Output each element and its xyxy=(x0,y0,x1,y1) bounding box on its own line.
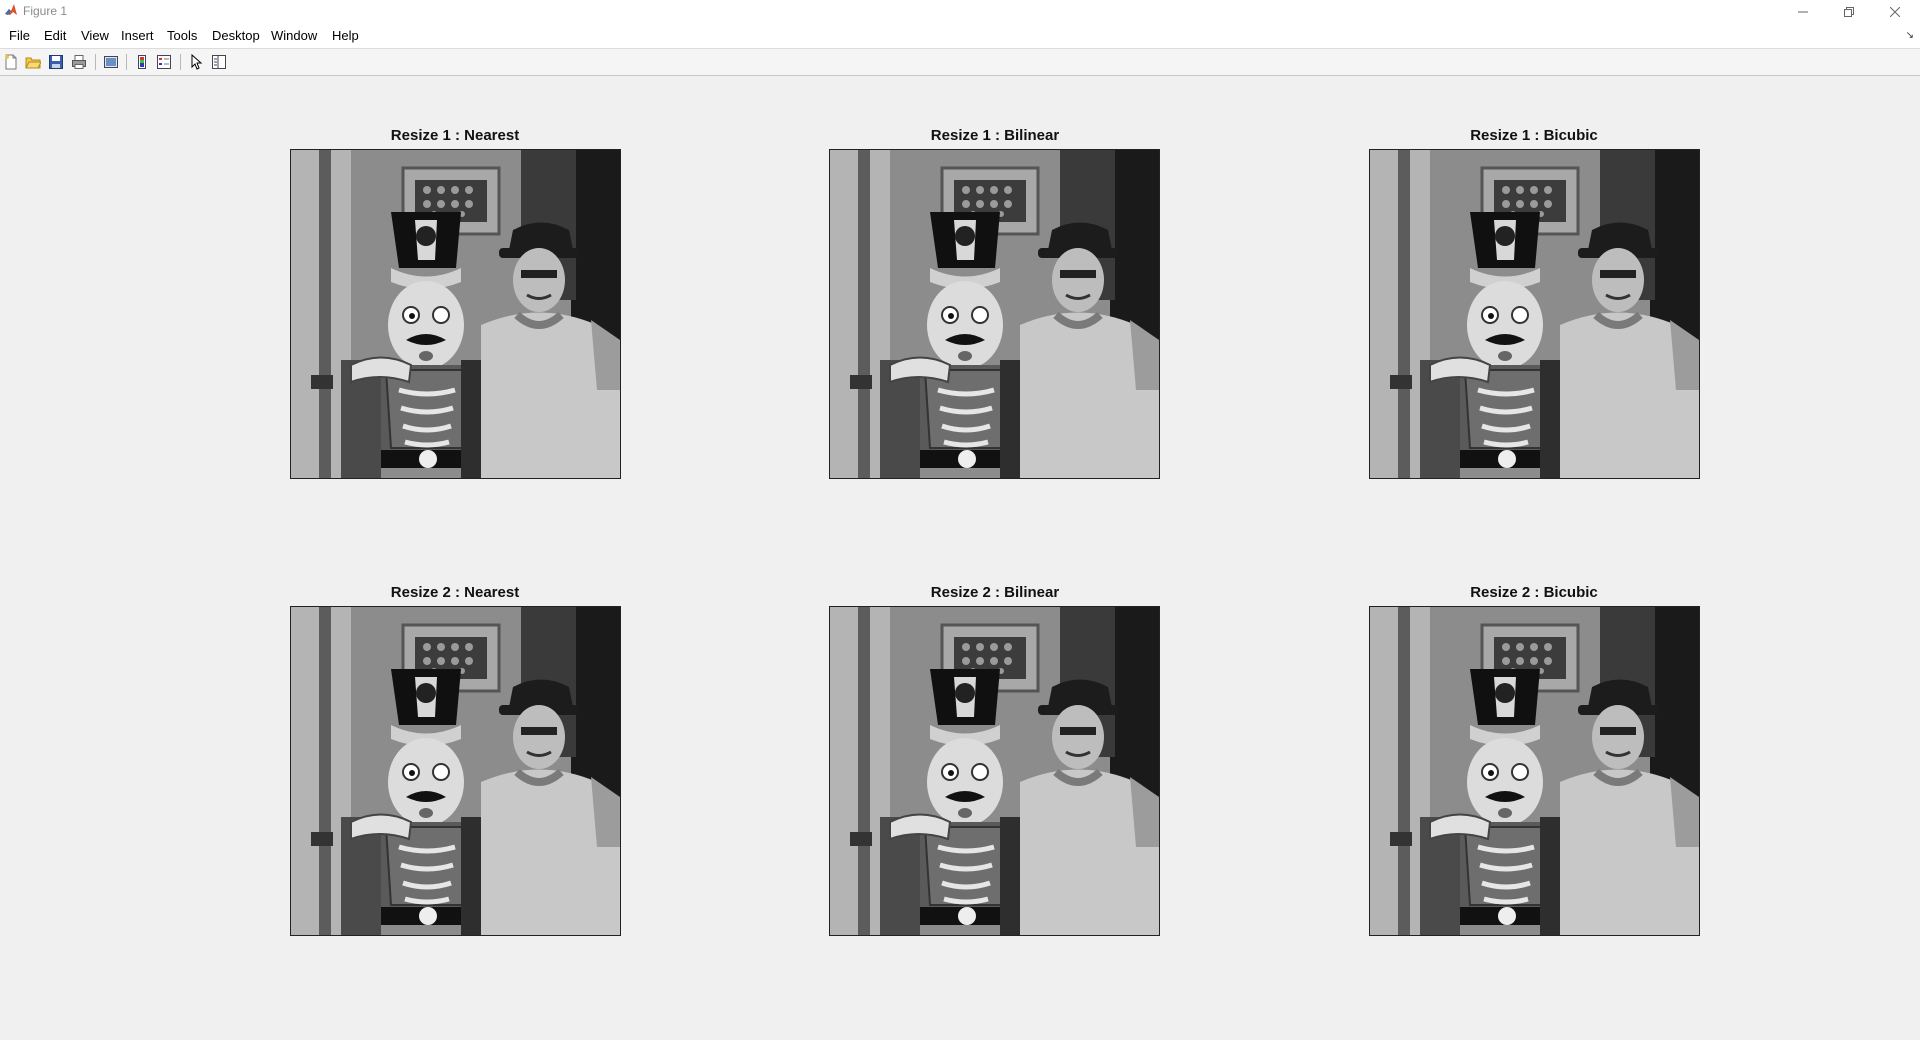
subplot-title-resize2-bilinear: Resize 2 : Bilinear xyxy=(930,584,1060,601)
menu-file[interactable]: File xyxy=(8,28,31,43)
new-figure-icon xyxy=(5,54,17,70)
open-file-button[interactable] xyxy=(23,52,43,72)
print-icon xyxy=(72,55,86,69)
minimize-button[interactable] xyxy=(1780,0,1826,24)
restore-icon xyxy=(1844,7,1854,17)
link-plot-button[interactable] xyxy=(101,52,121,72)
close-button[interactable] xyxy=(1872,0,1918,24)
property-inspector-button[interactable] xyxy=(209,52,229,72)
property-inspector-icon xyxy=(212,55,226,69)
grayscale-photo xyxy=(291,607,620,935)
edit-plot-icon xyxy=(191,54,203,70)
link-plot-icon xyxy=(104,56,118,68)
subplot-image-resize2-bilinear[interactable] xyxy=(829,606,1160,936)
subplot-image-resize2-bicubic[interactable] xyxy=(1369,606,1700,936)
subplot-title-resize1-bicubic: Resize 1 : Bicubic xyxy=(1470,127,1598,144)
subplot-image-resize1-bilinear[interactable] xyxy=(829,149,1160,479)
save-button[interactable] xyxy=(46,52,66,72)
grayscale-photo xyxy=(830,607,1159,935)
close-icon xyxy=(1890,7,1900,17)
menu-insert[interactable]: Insert xyxy=(120,28,155,43)
new-figure-button[interactable] xyxy=(1,52,21,72)
menu-view[interactable]: View xyxy=(80,28,110,43)
edit-plot-button[interactable] xyxy=(186,52,206,72)
open-file-icon xyxy=(25,57,41,69)
menu-window[interactable]: Window xyxy=(270,28,318,43)
menu-bar: File Edit View Insert Tools Desktop Wind… xyxy=(0,24,1920,49)
save-icon xyxy=(49,55,63,69)
toolbar-separator xyxy=(180,54,181,70)
menu-help[interactable]: Help xyxy=(331,28,360,43)
subplot-title-resize2-bicubic: Resize 2 : Bicubic xyxy=(1470,584,1598,601)
grayscale-photo xyxy=(291,150,620,478)
menu-desktop[interactable]: Desktop xyxy=(211,28,261,43)
legend-button[interactable] xyxy=(154,52,174,72)
colorbar-icon xyxy=(138,55,146,69)
matlab-logo-icon xyxy=(5,4,17,15)
figure-toolbar xyxy=(0,49,1920,76)
toolbar-separator xyxy=(126,54,127,70)
print-button[interactable] xyxy=(69,52,89,72)
menu-tools[interactable]: Tools xyxy=(166,28,198,43)
subplot-image-resize1-bicubic[interactable] xyxy=(1369,149,1700,479)
legend-icon xyxy=(157,55,171,69)
menu-edit[interactable]: Edit xyxy=(43,28,67,43)
dock-figure-icon[interactable]: ↘ xyxy=(1906,30,1914,41)
window-titlebar: Figure 1 xyxy=(0,0,1920,24)
grayscale-photo xyxy=(1370,150,1699,478)
grayscale-photo xyxy=(830,150,1159,478)
subplot-image-resize2-nearest[interactable] xyxy=(290,606,621,936)
toolbar-separator xyxy=(95,54,96,70)
subplot-title-resize2-nearest: Resize 2 : Nearest xyxy=(390,584,520,601)
grayscale-photo xyxy=(1370,607,1699,935)
window-title: Figure 1 xyxy=(23,4,68,18)
subplot-title-resize1-bilinear: Resize 1 : Bilinear xyxy=(930,127,1060,144)
restore-button[interactable] xyxy=(1826,0,1872,24)
subplot-image-resize1-nearest[interactable] xyxy=(290,149,621,479)
minimize-icon xyxy=(1798,11,1808,13)
colorbar-button[interactable] xyxy=(132,52,152,72)
subplot-title-resize1-nearest: Resize 1 : Nearest xyxy=(390,127,520,144)
